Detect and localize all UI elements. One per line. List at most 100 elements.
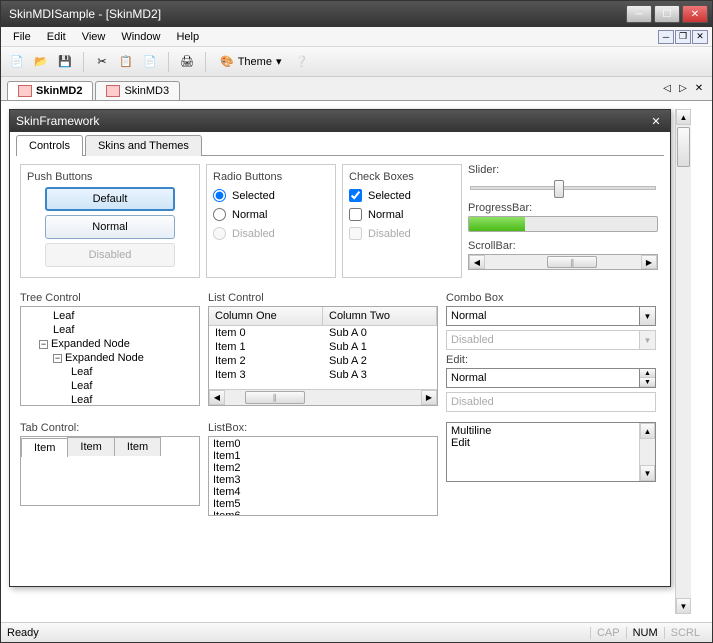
scroll-left-icon[interactable]: ◀: [469, 255, 485, 269]
listbox-label: ListBox:: [208, 422, 438, 434]
radio-disabled: Disabled: [213, 227, 329, 240]
listbox[interactable]: Item0 Item1 Item2 Item3 Item4 Item5 Item…: [208, 436, 438, 516]
slider[interactable]: [470, 186, 656, 190]
menu-edit[interactable]: Edit: [39, 29, 74, 45]
edit-normal[interactable]: Normal▲▼: [446, 368, 656, 388]
chevron-down-icon[interactable]: ▼: [639, 307, 655, 325]
radio-normal[interactable]: Normal: [213, 208, 329, 221]
tree-leaf[interactable]: Leaf: [23, 393, 197, 406]
mdi-vertical-scrollbar[interactable]: ▲ ▼: [675, 109, 691, 614]
scroll-thumb[interactable]: [677, 127, 690, 167]
tree-leaf[interactable]: Leaf: [23, 323, 197, 337]
menu-file[interactable]: File: [5, 29, 39, 45]
column-header-two[interactable]: Column Two: [323, 307, 437, 325]
collapse-icon[interactable]: −: [39, 340, 48, 349]
list-row[interactable]: Item 3Sub A 3: [209, 368, 437, 382]
scroll-up-icon[interactable]: ▲: [640, 423, 655, 439]
list-row[interactable]: Item 0Sub A 0: [209, 326, 437, 340]
radio-selected[interactable]: Selected: [213, 189, 329, 202]
multiline-edit[interactable]: Multiline Edit ▲ ▼: [446, 422, 656, 482]
close-button[interactable]: ✕: [682, 5, 708, 23]
check-selected[interactable]: Selected: [349, 189, 455, 202]
slider-thumb[interactable]: [554, 180, 564, 198]
help-icon[interactable]: ❔: [291, 52, 311, 72]
new-file-icon[interactable]: 📄: [7, 52, 27, 72]
main-titlebar: SkinMDISample - [SkinMD2] ─ ☐ ✕: [1, 1, 712, 27]
open-file-icon[interactable]: 📂: [31, 52, 51, 72]
radio-input[interactable]: [213, 189, 226, 202]
list-row[interactable]: Item 1Sub A 1: [209, 340, 437, 354]
scroll-track[interactable]: [676, 125, 691, 598]
vertical-scrollbar[interactable]: ▲ ▼: [639, 423, 655, 481]
theme-dropdown[interactable]: 🎨 Theme ▾: [214, 53, 287, 70]
tree-node[interactable]: −Expanded Node: [23, 351, 197, 365]
scroll-track[interactable]: ∥: [485, 255, 641, 269]
default-button[interactable]: Default: [45, 187, 175, 211]
combo-normal[interactable]: Normal▼: [446, 306, 656, 326]
tab-prev-icon[interactable]: ◁: [660, 81, 674, 95]
list-item[interactable]: Item6: [210, 510, 436, 516]
list-item[interactable]: Item1: [210, 450, 436, 462]
list-cell: Sub A 3: [323, 368, 437, 382]
mdi-close-button[interactable]: ✕: [692, 30, 708, 44]
tree-control[interactable]: Leaf Leaf −Expanded Node −Expanded Node …: [20, 306, 200, 406]
check-normal[interactable]: Normal: [349, 208, 455, 221]
tab-close-icon[interactable]: ✕: [692, 81, 706, 95]
menu-help[interactable]: Help: [168, 29, 207, 45]
tab-item[interactable]: Item: [67, 437, 114, 456]
horizontal-scrollbar[interactable]: ◀ ∥ ▶: [468, 254, 658, 270]
list-item[interactable]: Item2: [210, 462, 436, 474]
spin-up-icon[interactable]: ▲: [640, 369, 655, 378]
maximize-button[interactable]: ☐: [654, 5, 680, 23]
scroll-thumb[interactable]: ∥: [547, 256, 597, 268]
column-header-one[interactable]: Column One: [209, 307, 323, 325]
save-icon[interactable]: 💾: [55, 52, 75, 72]
tree-leaf[interactable]: Leaf: [23, 379, 197, 393]
list-body[interactable]: Item 0Sub A 0 Item 1Sub A 1 Item 2Sub A …: [209, 326, 437, 389]
spin-control[interactable]: ▲▼: [639, 369, 655, 387]
scroll-up-icon[interactable]: ▲: [676, 109, 691, 125]
tab-skins-themes[interactable]: Skins and Themes: [85, 135, 202, 156]
tab-item[interactable]: Item: [114, 437, 161, 456]
spin-down-icon[interactable]: ▼: [640, 378, 655, 387]
list-control[interactable]: Column One Column Two Item 0Sub A 0 Item…: [208, 306, 438, 406]
tree-node[interactable]: −Expanded Node: [23, 337, 197, 351]
scroll-track[interactable]: [640, 439, 655, 465]
scroll-right-icon[interactable]: ▶: [641, 255, 657, 269]
list-row[interactable]: Item 2Sub A 2: [209, 354, 437, 368]
normal-button[interactable]: Normal: [45, 215, 175, 239]
mdi-minimize-button[interactable]: ─: [658, 30, 674, 44]
scroll-left-icon[interactable]: ◀: [209, 390, 225, 405]
tab-item[interactable]: Item: [21, 438, 68, 457]
doc-tab-skinmd3[interactable]: SkinMD3: [95, 81, 180, 100]
menu-view[interactable]: View: [74, 29, 114, 45]
scroll-down-icon[interactable]: ▼: [676, 598, 691, 614]
list-item[interactable]: Item0: [210, 438, 436, 450]
list-item[interactable]: Item5: [210, 498, 436, 510]
radio-input[interactable]: [213, 208, 226, 221]
list-item[interactable]: Item4: [210, 486, 436, 498]
list-hscroll[interactable]: ◀ ∥ ▶: [209, 389, 437, 405]
menu-window[interactable]: Window: [113, 29, 168, 45]
tree-leaf[interactable]: Leaf: [23, 309, 197, 323]
list-item[interactable]: Item3: [210, 474, 436, 486]
minimize-button[interactable]: ─: [626, 5, 652, 23]
cut-icon[interactable]: ✂: [92, 52, 112, 72]
checkbox-input[interactable]: [349, 189, 362, 202]
checkbox-input[interactable]: [349, 208, 362, 221]
tree-leaf[interactable]: Leaf: [23, 365, 197, 379]
scroll-track[interactable]: ∥: [225, 390, 421, 405]
scroll-right-icon[interactable]: ▶: [421, 390, 437, 405]
child-close-button[interactable]: ✕: [648, 114, 664, 128]
collapse-icon[interactable]: −: [53, 354, 62, 363]
print-icon[interactable]: 🖨: [177, 52, 197, 72]
copy-icon[interactable]: 📋: [116, 52, 136, 72]
mdi-restore-button[interactable]: ❐: [675, 30, 691, 44]
paste-icon[interactable]: 📄: [140, 52, 160, 72]
doc-tab-skinmd2[interactable]: SkinMD2: [7, 81, 93, 100]
scroll-thumb[interactable]: ∥: [245, 391, 305, 404]
radio-label: Selected: [232, 190, 275, 202]
scroll-down-icon[interactable]: ▼: [640, 465, 655, 481]
tab-next-icon[interactable]: ▷: [676, 81, 690, 95]
tab-controls[interactable]: Controls: [16, 135, 83, 156]
